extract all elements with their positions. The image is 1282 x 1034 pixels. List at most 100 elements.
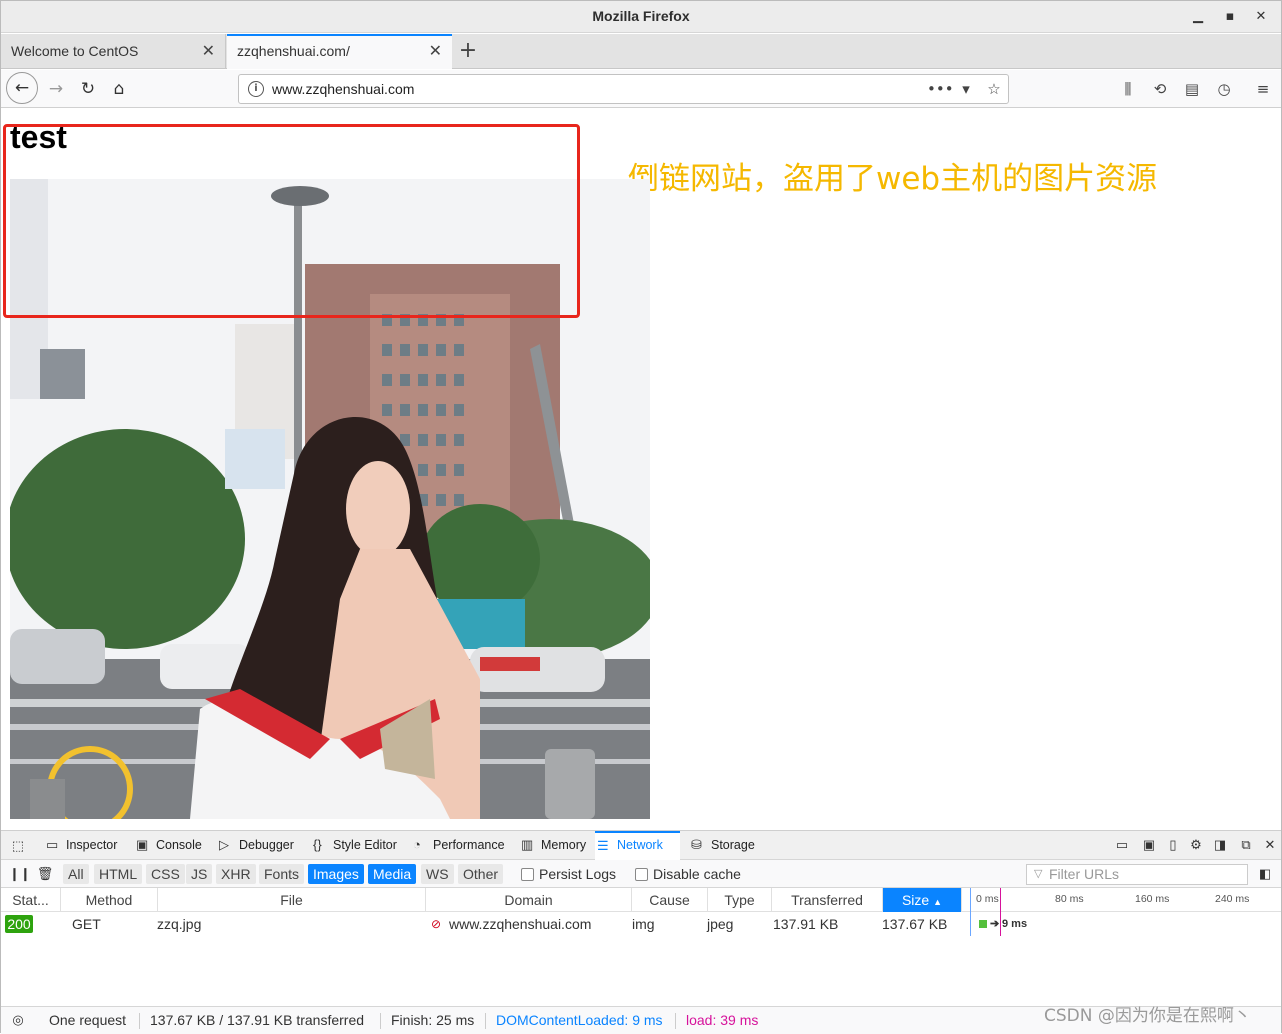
close-devtools-icon[interactable]: ✕ — [1261, 836, 1279, 854]
timeline-tick: 0 ms — [976, 893, 999, 905]
firefox-window: Mozilla Firefox ▁ ▪ ✕ Welcome to CentOS … — [0, 0, 1282, 1034]
page-content: test 倒链网站，盗用了web主机的图片资源 — [1, 109, 1281, 830]
cell-file: zzq.jpg — [157, 916, 202, 932]
devtools-tab-storage[interactable]: ⛁ Storage — [689, 831, 755, 860]
url-text[interactable]: www.zzqhenshuai.com — [272, 81, 414, 97]
minimize-button[interactable]: ▁ — [1188, 7, 1208, 27]
devtools-tab-inspector[interactable]: ▭ Inspector — [44, 831, 117, 860]
timeline-start-line — [970, 888, 971, 936]
filter-ws[interactable]: WS — [421, 864, 454, 884]
disable-cache-checkbox[interactable]: Disable cache — [635, 865, 741, 883]
pocket-icon[interactable]: ▾ — [955, 78, 977, 100]
filter-all[interactable]: All — [63, 864, 89, 884]
filter-media[interactable]: Media — [368, 864, 417, 884]
console-icon: ▣ — [136, 837, 149, 852]
responsive-mode-icon[interactable]: ▭ — [1113, 836, 1131, 854]
filter-js[interactable]: JS — [186, 864, 213, 884]
sidebar-icon[interactable]: ▤ — [1179, 76, 1205, 102]
devtools-tab-network[interactable]: ☰ Network — [595, 831, 680, 860]
tab-label: zzqhenshuai.com/ — [237, 43, 350, 59]
filter-css[interactable]: CSS — [146, 864, 185, 884]
finish-time: Finish: 25 ms — [391, 1012, 475, 1028]
tab-zzqhenshuai[interactable]: zzqhenshuai.com/ ✕ — [227, 34, 452, 69]
back-button[interactable]: ← — [6, 72, 38, 104]
screenshot-icon[interactable]: ▯ — [1164, 836, 1182, 854]
sort-ascending-icon: ▲ — [933, 897, 943, 907]
filter-urls-input[interactable]: ▽ Filter URLs — [1026, 864, 1248, 885]
separate-window-icon[interactable]: ⧉ — [1237, 836, 1255, 854]
network-toolbar: ❙❙ 🗑 All HTML CSS JS XHR Fonts Images Me… — [1, 860, 1281, 888]
column-label: Size — [901, 892, 930, 908]
transfer-summary: 137.67 KB / 137.91 KB transferred — [150, 1012, 365, 1028]
status-badge: 200 — [5, 915, 33, 933]
load-time: load: 39 ms — [686, 1012, 759, 1028]
site-info-icon[interactable]: i — [248, 81, 264, 97]
style-editor-icon: {} — [313, 837, 322, 852]
new-tab-button[interactable]: + — [457, 34, 479, 69]
column-method[interactable]: Method — [61, 888, 158, 912]
library-icon[interactable]: ⫼ — [1115, 76, 1141, 102]
watermark: CSDN @因为你是在熙啊丶 — [1044, 1006, 1251, 1026]
filter-images[interactable]: Images — [308, 864, 364, 884]
performance-analysis-icon[interactable]: ◎ — [9, 1011, 27, 1029]
filter-other[interactable]: Other — [458, 864, 504, 884]
column-status[interactable]: Stat... — [1, 888, 61, 912]
tab-label: Network — [617, 838, 663, 852]
devtools-tab-style-editor[interactable]: {} Style Editor — [311, 831, 397, 860]
divider — [485, 1013, 486, 1029]
timeline-tick: 240 ms — [1215, 893, 1250, 905]
devtools-tab-memory[interactable]: ▥ Memory — [519, 831, 586, 860]
column-cause[interactable]: Cause — [632, 888, 708, 912]
url-bar[interactable]: i www.zzqhenshuai.com ••• ▾ ☆ — [238, 74, 1009, 104]
home-button[interactable]: ⌂ — [104, 74, 134, 104]
timeline-tick: 160 ms — [1135, 893, 1170, 905]
tab-welcome-centos[interactable]: Welcome to CentOS ✕ — [1, 34, 226, 69]
persist-logs-checkbox[interactable]: Persist Logs — [521, 865, 616, 883]
column-transferred[interactable]: Transferred — [772, 888, 883, 912]
maximize-button[interactable]: ▪ — [1220, 7, 1240, 27]
title-bar: Mozilla Firefox ▁ ▪ ✕ — [1, 1, 1281, 33]
column-size[interactable]: Size ▲ — [883, 888, 962, 912]
menu-icon[interactable]: ≡ — [1250, 76, 1276, 102]
tab-label: Inspector — [66, 838, 118, 852]
funnel-icon: ▽ — [1034, 868, 1043, 880]
devtools-tab-console[interactable]: ▣ Console — [134, 831, 202, 860]
debugger-icon: ▷ — [219, 837, 229, 852]
column-type[interactable]: Type — [708, 888, 772, 912]
element-picker-icon[interactable]: ⬚ — [9, 837, 27, 855]
tab-strip: Welcome to CentOS ✕ zzqhenshuai.com/ ✕ + — [1, 34, 1281, 69]
toggle-sidebar-icon[interactable]: ◧ — [1256, 865, 1274, 883]
tab-label: Storage — [711, 838, 755, 852]
pause-icon[interactable]: ❙❙ — [9, 865, 31, 883]
column-file[interactable]: File — [158, 888, 426, 912]
clock-icon[interactable]: ◷ — [1211, 76, 1237, 102]
cell-domain: www.zzqhenshuai.com — [449, 916, 592, 932]
cell-method: GET — [72, 916, 101, 932]
table-row[interactable]: 200 GET zzq.jpg ⊘ www.zzqhenshuai.com im… — [1, 912, 1281, 936]
devtools-tab-debugger[interactable]: ▷ Debugger — [217, 831, 294, 860]
divider — [675, 1013, 676, 1029]
tab-close-icon[interactable]: ✕ — [202, 34, 215, 69]
forward-button[interactable]: → — [41, 74, 71, 104]
bookmark-star-icon[interactable]: ☆ — [983, 78, 1005, 100]
load-marker-line — [1000, 888, 1001, 936]
domcontentloaded-time: DOMContentLoaded: 9 ms — [496, 1012, 663, 1028]
dock-side-icon[interactable]: ◨ — [1211, 836, 1229, 854]
filter-fonts[interactable]: Fonts — [259, 864, 305, 884]
tab-label: Welcome to CentOS — [11, 43, 139, 59]
reload-button[interactable]: ↻ — [73, 74, 103, 104]
cell-transferred: 137.91 KB — [773, 916, 839, 932]
settings-gear-icon[interactable]: ⚙ — [1187, 836, 1205, 854]
close-window-button[interactable]: ✕ — [1251, 7, 1271, 27]
scratchpad-icon[interactable]: ▣ — [1140, 836, 1158, 854]
cell-type: jpeg — [707, 916, 734, 932]
page-actions-icon[interactable]: ••• — [927, 78, 954, 100]
trash-icon[interactable]: 🗑 — [36, 865, 54, 883]
history-icon[interactable]: ⟲ — [1147, 76, 1173, 102]
devtools-tab-performance[interactable]: ◔ Performance — [411, 831, 505, 860]
column-domain[interactable]: Domain — [426, 888, 632, 912]
filter-xhr[interactable]: XHR — [216, 864, 256, 884]
filter-html[interactable]: HTML — [94, 864, 143, 884]
request-table-header: Stat... Method File Domain Cause Type Tr… — [1, 888, 1281, 912]
tab-close-icon[interactable]: ✕ — [429, 36, 442, 67]
